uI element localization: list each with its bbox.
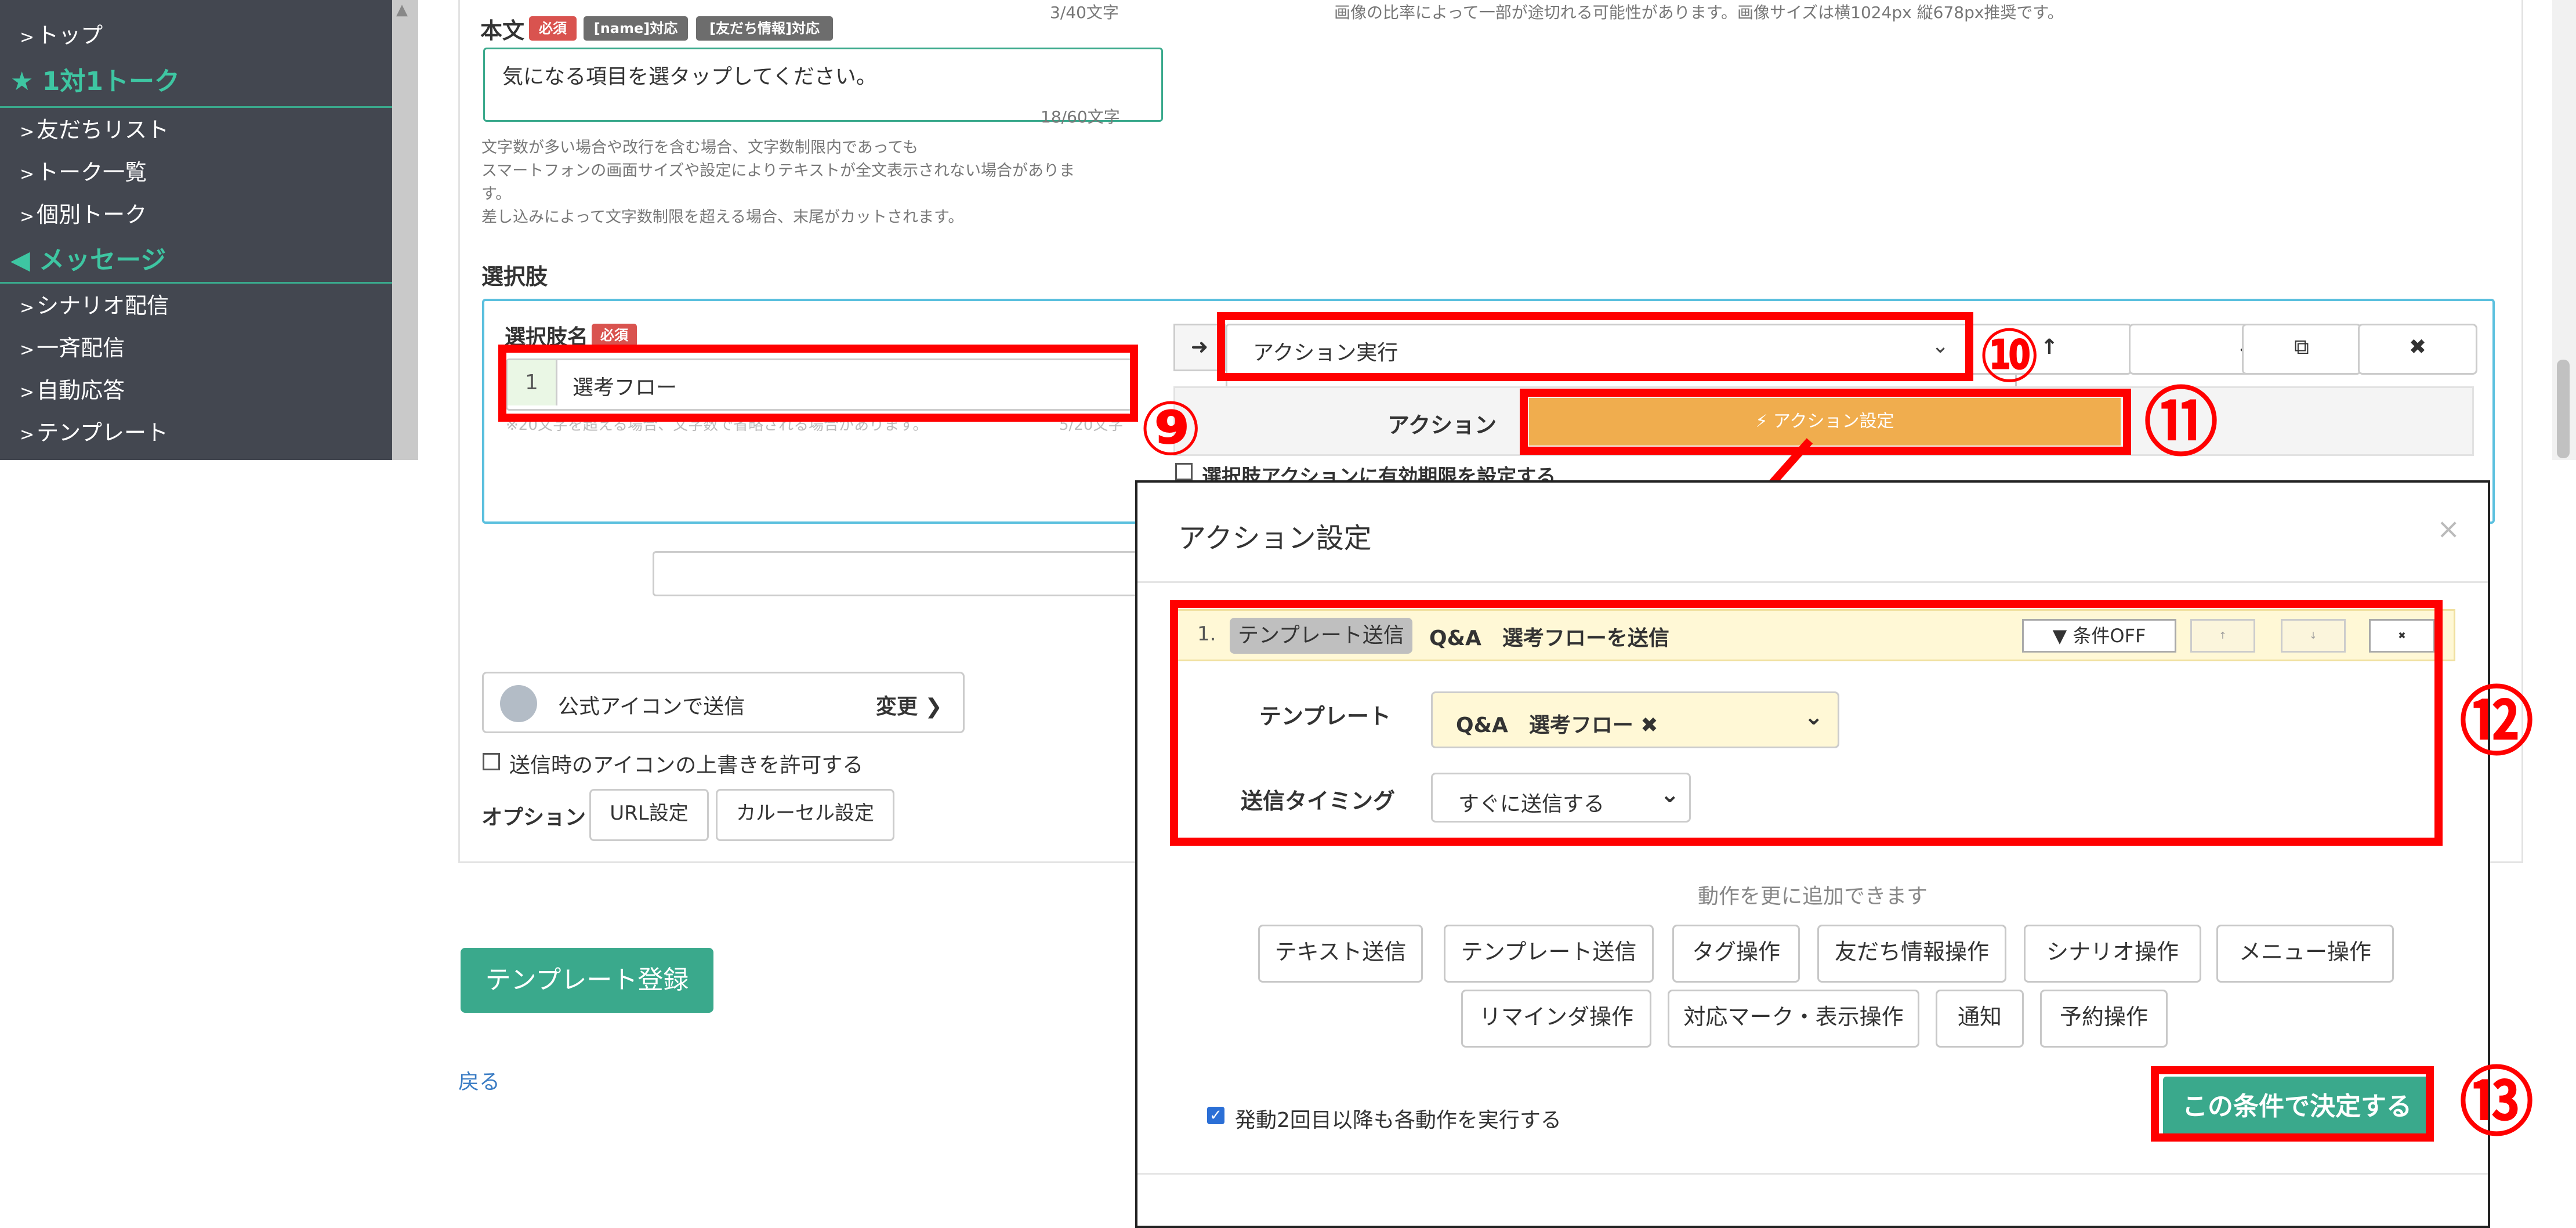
divider xyxy=(1137,1173,2488,1175)
avatar xyxy=(500,685,537,722)
annotation-box xyxy=(1170,600,2443,846)
modal-title: アクション設定 xyxy=(1178,522,1372,555)
add-tag-operation-button[interactable]: タグ操作 xyxy=(1672,925,1800,983)
char-counter: 18/60文字 xyxy=(1041,107,1120,126)
note-text: 差し込みによって文字数制限を超える場合、末尾がカットされます。 xyxy=(481,208,964,226)
arrow-up-icon: ↑ xyxy=(2040,335,2059,359)
sidebar-item-individual-talk[interactable]: > 個別トーク xyxy=(20,197,147,229)
callout-13: ⑬ xyxy=(2459,1060,2534,1146)
sidebar-item-broadcast[interactable]: > 一斉配信 xyxy=(20,330,125,362)
megaphone-icon: ◀ xyxy=(10,245,39,275)
annotation-box xyxy=(2151,1066,2434,1142)
friend-info-badge: [友だち情報]対応 xyxy=(696,16,833,41)
image-note: 画像の比率によって一部が途切れる可能性があります。画像サイズは横1024px 縦… xyxy=(1334,3,2064,22)
note-text: 文字数が多い場合や改行を含む場合、文字数制限内であっても xyxy=(481,139,919,157)
register-template-button[interactable]: テンプレート登録 xyxy=(461,948,713,1013)
add-template-send-button[interactable]: テンプレート送信 xyxy=(1444,925,1654,983)
back-link[interactable]: 戻る xyxy=(458,1065,500,1095)
divider xyxy=(0,282,392,284)
copy-button[interactable]: ⧉ xyxy=(2242,324,2361,375)
sidebar-item-scenario[interactable]: > シナリオ配信 xyxy=(20,288,169,320)
add-notify-button[interactable]: 通知 xyxy=(1936,990,2024,1048)
sidebar-section-talk: ★ 1対1トーク xyxy=(10,67,180,96)
annotation-box xyxy=(1217,312,1973,381)
sidebar-item-top[interactable]: > トップ xyxy=(20,17,103,49)
sidebar-scrollbar[interactable] xyxy=(392,0,418,460)
divider xyxy=(0,106,392,108)
body-text-label: 本文 xyxy=(480,18,525,44)
add-reservation-button[interactable]: 予約操作 xyxy=(2040,990,2168,1048)
repeat-checkbox-label: 発動2回目以降も各動作を実行する xyxy=(1235,1109,1561,1132)
close-icon: ✖ xyxy=(2408,335,2427,359)
scrollbar-thumb[interactable] xyxy=(2557,360,2570,458)
add-menu-operation-button[interactable]: メニュー操作 xyxy=(2216,925,2394,983)
sidebar-section-message: ◀ メッセージ xyxy=(10,245,166,275)
page-scrollbar[interactable] xyxy=(2552,0,2576,460)
callout-11: ⑪ xyxy=(2144,380,2219,466)
close-icon[interactable]: × xyxy=(2437,513,2460,545)
carousel-settings-button[interactable]: カルーセル設定 xyxy=(716,789,894,841)
add-scenario-operation-button[interactable]: シナリオ操作 xyxy=(2024,925,2201,983)
icon-override-checkbox[interactable] xyxy=(483,753,500,770)
copy-icon: ⧉ xyxy=(2294,335,2309,359)
delete-button[interactable]: ✖ xyxy=(2358,324,2477,375)
required-badge: 必須 xyxy=(529,16,577,41)
add-reminder-button[interactable]: リマインダ操作 xyxy=(1461,990,1651,1048)
text-input[interactable] xyxy=(653,551,1143,596)
sender-box[interactable]: 公式アイコンで送信 変更 ❯ xyxy=(482,672,965,733)
sidebar-item-friend-list[interactable]: > 友だちリスト xyxy=(20,112,169,144)
divider xyxy=(1137,581,2488,583)
choices-label: 選択肢 xyxy=(481,264,548,289)
chevron-right-icon: ❯ xyxy=(918,695,943,719)
note-text: す。 xyxy=(481,185,512,203)
add-more-text: 動作を更に追加できます xyxy=(1697,885,1928,908)
callout-12: ⑫ xyxy=(2459,679,2534,766)
action-label: アクション xyxy=(1387,412,1497,438)
char-counter: 3/40文字 xyxy=(1050,3,1119,22)
add-mark-display-button[interactable]: 対応マーク・表示操作 xyxy=(1668,990,1919,1048)
repeat-checkbox[interactable]: ✓ xyxy=(1207,1107,1224,1124)
add-friend-info-button[interactable]: 友だち情報操作 xyxy=(1817,925,2006,983)
change-sender-link[interactable]: 変更 ❯ xyxy=(876,690,943,720)
option-label: オプション xyxy=(481,806,586,829)
required-badge: 必須 xyxy=(592,324,637,347)
sidebar-item-talk-list[interactable]: > トーク一覧 xyxy=(20,154,147,186)
callout-9: ⑨ xyxy=(1139,386,1202,472)
sidebar-item-auto-reply[interactable]: > 自動応答 xyxy=(20,372,125,404)
note-text: スマートフォンの画面サイズや設定によりテキストが全文表示されない場合がありま xyxy=(481,162,1075,180)
add-text-send-button[interactable]: テキスト送信 xyxy=(1258,925,1423,983)
callout-10: ⑩ xyxy=(1978,313,2041,399)
scroll-up-icon[interactable]: ▲ xyxy=(396,1,408,19)
sender-label: 公式アイコンで送信 xyxy=(558,695,745,719)
name-badge: [name]対応 xyxy=(584,16,688,41)
url-settings-button[interactable]: URL設定 xyxy=(589,789,709,841)
annotation-box xyxy=(498,345,1138,422)
sidebar: > トップ ★ 1対1トーク > 友だちリスト > トーク一覧 > 個別トーク ◀ メッ… xyxy=(0,0,392,460)
icon-override-label: 送信時のアイコンの上書きを許可する xyxy=(509,754,864,777)
star-icon: ★ xyxy=(10,67,42,96)
sidebar-item-template[interactable]: > テンプレート xyxy=(20,415,168,447)
